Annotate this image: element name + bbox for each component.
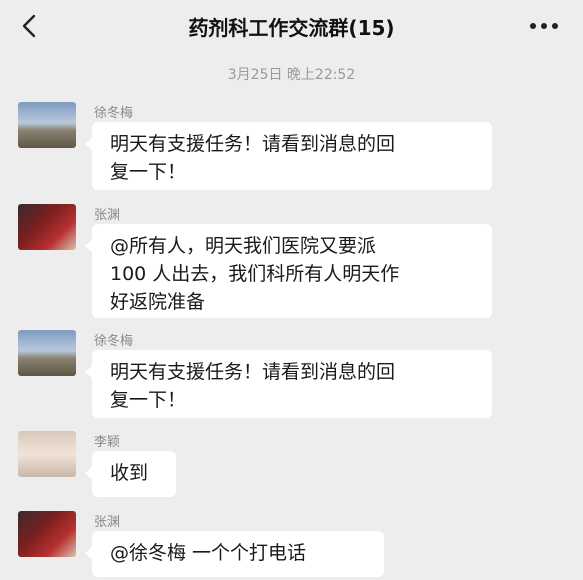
more-options-button[interactable] [527,12,561,40]
message-text-line: @所有人，明天我们医院又要派 [110,235,377,257]
avatar[interactable] [18,511,76,557]
chat-header: 药剂科工作交流群(15) [0,0,583,52]
more-dots-icon [530,23,558,29]
message-bubble[interactable]: 明天有支援任务！请看到消息的回 复一下！ [85,350,492,418]
message-text-line: 复一下！ [110,389,187,411]
message-text-line: 好返院准备 [110,291,206,313]
message-text-line: 明天有支援任务！请看到消息的回 [110,361,396,383]
message-bubble[interactable]: 收到 [85,451,176,497]
sender-name: 李颖 [94,435,121,450]
sender-name: 张渊 [94,208,121,223]
message-bubble[interactable]: @所有人，明天我们医院又要派 100 人出去，我们科所有人明天作 好返院准备 [85,224,492,318]
sender-name: 徐冬梅 [94,334,134,349]
sender-name: 徐冬梅 [94,106,134,121]
message-text-line: 复一下！ [110,161,187,183]
message-bubble[interactable]: @徐冬梅 一个个打电话 [85,531,384,577]
avatar[interactable] [18,204,76,250]
sender-name: 张渊 [94,515,121,530]
message-text-line: @徐冬梅 一个个打电话 [110,542,307,564]
message-text-line: 100 人出去，我们科所有人明天作 [110,263,400,285]
chat-title: 药剂科工作交流群(15) [188,16,395,40]
avatar[interactable] [18,431,76,477]
message-timestamp: 3月25日 晚上22:52 [227,67,356,83]
avatar[interactable] [18,102,76,148]
avatar[interactable] [18,330,76,376]
message-text-line: 收到 [110,462,149,484]
message-text-line: 明天有支援任务！请看到消息的回 [110,133,396,155]
message-bubble[interactable]: 明天有支援任务！请看到消息的回 复一下！ [85,122,492,190]
